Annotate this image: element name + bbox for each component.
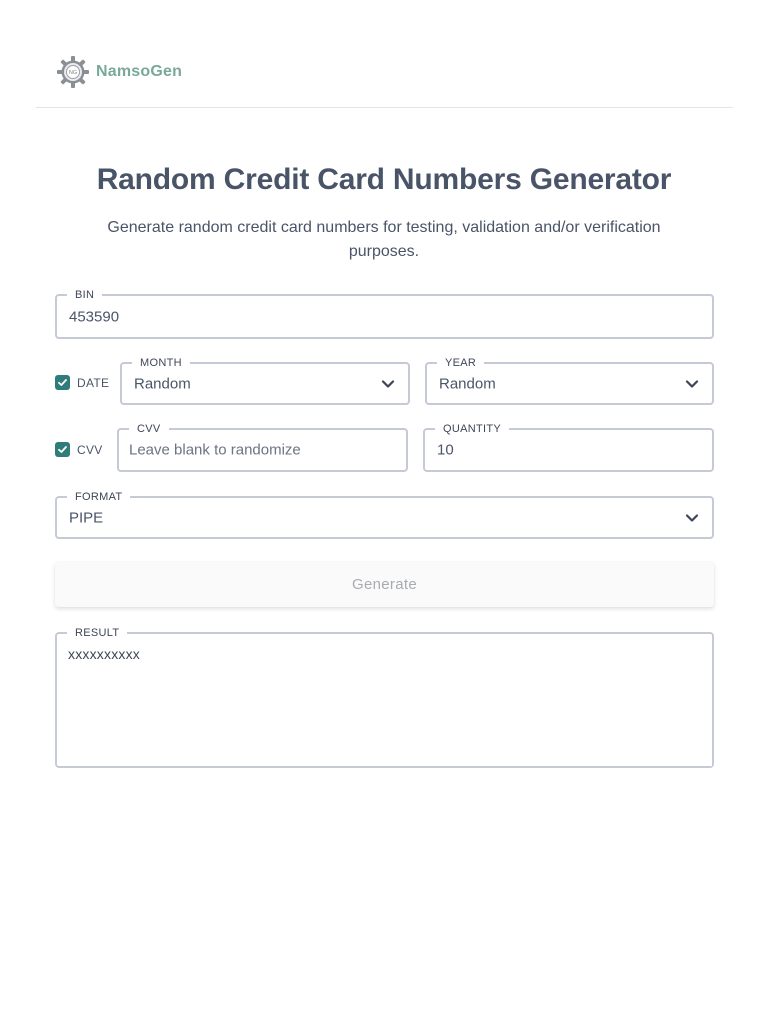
date-checkbox-label: DATE [77, 375, 110, 390]
result-textarea[interactable]: RESULT xxxxxxxxxx [55, 626, 714, 768]
month-select[interactable]: MONTH Random [120, 356, 410, 405]
format-label: FORMAT [67, 490, 131, 504]
year-label: YEAR [437, 356, 485, 370]
cvv-label: CVV [129, 422, 169, 436]
cvv-checkbox[interactable]: CVV [55, 442, 103, 457]
chevron-down-icon [381, 379, 395, 388]
bin-field[interactable]: BIN 453590 [55, 288, 714, 339]
quantity-field[interactable]: QUANTITY 10 [423, 422, 714, 472]
result-label: RESULT [67, 626, 128, 640]
cvv-checkbox-label: CVV [77, 442, 103, 457]
chevron-down-icon [685, 513, 699, 522]
chevron-down-icon [685, 379, 699, 388]
bin-label: BIN [67, 288, 103, 302]
format-value: PIPE [69, 509, 104, 526]
cvv-field[interactable]: CVV [117, 422, 408, 472]
page-subtitle: Generate random credit card numbers for … [107, 219, 661, 260]
month-value: Random [134, 375, 191, 392]
checkmark-icon [55, 442, 70, 457]
cvv-input[interactable] [129, 441, 398, 459]
bin-value[interactable]: 453590 [69, 308, 119, 325]
brand-link[interactable]: NG NamsoGen [56, 55, 182, 89]
quantity-label: QUANTITY [435, 422, 510, 436]
logo-text: NG [69, 70, 77, 76]
gear-logo-icon: NG [57, 56, 89, 88]
date-checkbox[interactable]: DATE [55, 375, 109, 390]
generate-button[interactable]: Generate [55, 562, 714, 607]
quantity-value[interactable]: 10 [437, 442, 454, 459]
format-select[interactable]: FORMAT PIPE [55, 490, 714, 539]
page-title: Random Credit Card Numbers Generator [96, 163, 672, 196]
site-header: NG NamsoGen [36, 0, 733, 108]
brand-name: NamsoGen [96, 63, 183, 80]
resize-handle[interactable] [680, 744, 712, 766]
year-value: Random [439, 375, 496, 392]
month-label: MONTH [132, 356, 190, 370]
year-select[interactable]: YEAR Random [425, 356, 714, 405]
result-content: xxxxxxxxxx [68, 646, 140, 662]
checkmark-icon [55, 375, 70, 390]
